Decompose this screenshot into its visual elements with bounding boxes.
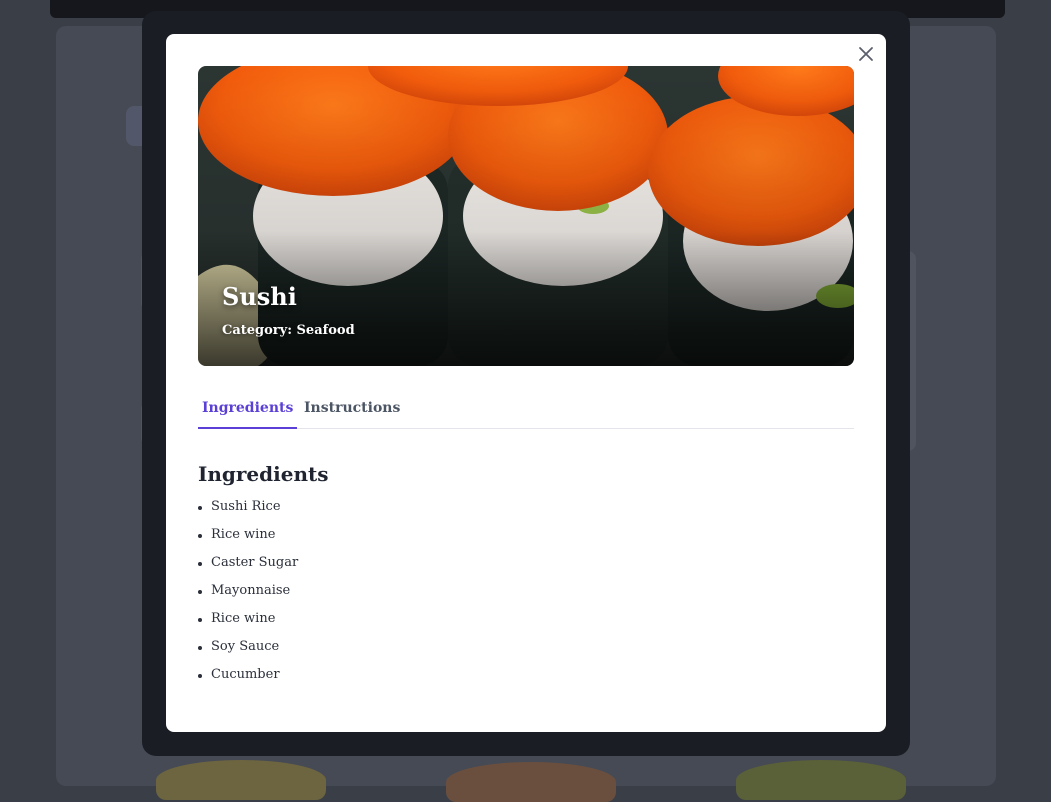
recipe-tabs: Ingredients Instructions xyxy=(198,396,854,429)
ingredient-item: Mayonnaise xyxy=(198,581,298,609)
close-icon xyxy=(859,47,873,61)
ingredient-item: Rice wine xyxy=(198,609,298,637)
ingredients-list: Sushi Rice Rice wine Caster Sugar Mayonn… xyxy=(198,497,298,693)
category-value: Seafood xyxy=(296,323,355,338)
tab-ingredients[interactable]: Ingredients xyxy=(198,396,298,429)
recipe-category: Category: Seafood xyxy=(222,323,355,338)
background-food-image xyxy=(446,762,616,802)
ingredient-item: Cucumber xyxy=(198,665,298,693)
ingredient-item: Rice wine xyxy=(198,525,298,553)
category-label: Category: xyxy=(222,323,293,338)
tab-instructions[interactable]: Instructions xyxy=(300,396,404,427)
background-food-image xyxy=(736,760,906,800)
close-button[interactable] xyxy=(854,42,878,66)
sushi-photo xyxy=(198,66,854,366)
recipe-hero-image: Sushi Category: Seafood xyxy=(198,66,854,366)
ingredient-item: Soy Sauce xyxy=(198,637,298,665)
ingredient-item: Caster Sugar xyxy=(198,553,298,581)
ingredient-item: Sushi Rice xyxy=(198,497,298,525)
recipe-title: Sushi xyxy=(222,282,297,311)
ingredients-heading: Ingredients xyxy=(198,462,329,486)
recipe-modal: Sushi Category: Seafood Ingredients Inst… xyxy=(166,34,886,732)
background-food-image xyxy=(156,760,326,800)
